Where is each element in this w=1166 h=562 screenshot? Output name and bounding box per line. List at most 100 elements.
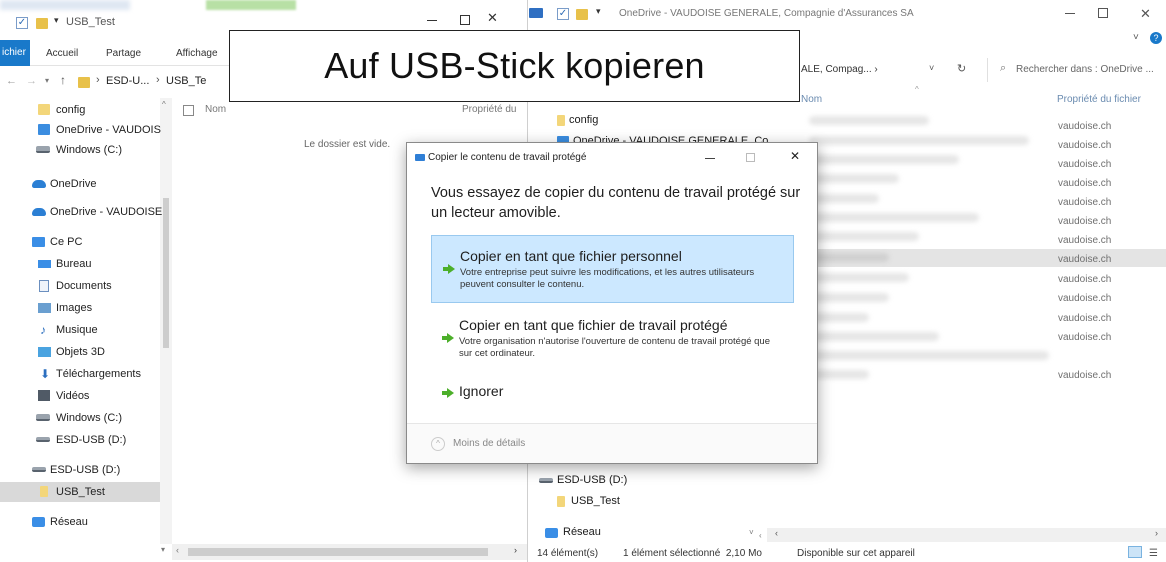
file-row[interactable] xyxy=(809,293,889,302)
dialog-title-bar: Copier le contenu de travail protégé ✕ xyxy=(407,143,817,173)
nav-label: ESD-USB (D:) xyxy=(557,474,628,486)
option-ignore[interactable]: Ignorer xyxy=(431,379,794,407)
property-value: vaudoise.ch xyxy=(1058,370,1112,381)
file-row[interactable] xyxy=(809,273,909,282)
videos-icon xyxy=(38,390,50,401)
recent-dropdown-icon[interactable]: ▾ xyxy=(45,76,49,85)
navigation-pane: ^ config OneDrive - VAUDOIS Windows (C:)… xyxy=(0,98,172,544)
file-row[interactable] xyxy=(809,232,919,241)
dropdown-icon[interactable]: ▾ xyxy=(596,6,601,17)
horizontal-scrollbar[interactable]: ‹ › xyxy=(172,544,527,560)
scroll-down-icon[interactable]: ▾ xyxy=(161,545,165,554)
ribbon-expand-icon[interactable]: ˅ xyxy=(1133,32,1139,43)
file-row[interactable] xyxy=(809,116,929,125)
column-header-name[interactable]: Nom xyxy=(205,104,226,115)
search-placeholder: Rechercher dans : OneDrive ... xyxy=(1016,64,1154,75)
breadcrumb-item[interactable]: ESD-U... xyxy=(106,75,149,87)
folder-icon xyxy=(557,496,565,507)
breadcrumb-item[interactable]: USB_Te xyxy=(166,75,206,87)
file-row[interactable] xyxy=(809,213,979,222)
large-icons-view-icon[interactable]: ☰ xyxy=(1149,548,1158,559)
minimize-icon[interactable] xyxy=(705,158,715,159)
column-header-property[interactable]: Propriété du fichier xyxy=(1057,94,1141,105)
nav-item-usb-test-selected[interactable]: USB_Test xyxy=(0,482,160,502)
nav-label: USB_Test xyxy=(56,486,105,498)
scroll-thumb[interactable] xyxy=(163,198,169,348)
file-row[interactable] xyxy=(809,253,889,262)
file-row[interactable] xyxy=(809,370,869,379)
property-value: vaudoise.ch xyxy=(1058,235,1112,246)
dropdown-icon[interactable]: ▾ xyxy=(54,15,59,26)
nav-label: config xyxy=(56,104,86,116)
property-value: vaudoise.ch xyxy=(1058,332,1112,343)
nav-label: Musique xyxy=(56,324,98,336)
horizontal-scrollbar[interactable]: ‹ › xyxy=(767,528,1166,542)
arrow-right-icon xyxy=(442,388,454,398)
file-row[interactable] xyxy=(809,136,1029,145)
nav-label: OneDrive - VAUDOISE xyxy=(50,206,163,218)
nav-label: OneDrive xyxy=(50,178,97,190)
nav-label: Bureau xyxy=(56,258,92,270)
back-icon[interactable]: ← xyxy=(6,75,17,87)
refresh-icon[interactable]: ↻ xyxy=(957,62,966,75)
up-icon[interactable]: ↑ xyxy=(60,73,66,87)
column-header-property[interactable]: Propriété du xyxy=(462,104,516,115)
nav-label: config xyxy=(569,114,599,126)
scroll-right-icon[interactable]: › xyxy=(514,545,517,555)
status-availability: Disponible sur cet appareil xyxy=(797,548,915,559)
tab-fichier[interactable]: ichier xyxy=(0,40,30,66)
scroll-up-icon[interactable]: ‹ xyxy=(759,531,762,540)
close-icon[interactable]: ✕ xyxy=(487,10,498,26)
nav-label: Windows (C:) xyxy=(56,412,123,424)
minimize-icon[interactable] xyxy=(1065,13,1075,14)
onedrive-folder-icon xyxy=(38,124,50,135)
scroll-thumb[interactable] xyxy=(188,548,488,556)
address-dropdown-icon[interactable]: ˅ xyxy=(929,63,934,73)
maximize-icon[interactable] xyxy=(1098,8,1108,18)
details-view-icon[interactable] xyxy=(1128,546,1142,558)
folder-icon xyxy=(576,9,588,20)
tab-partage[interactable]: Partage xyxy=(106,48,141,59)
file-row[interactable] xyxy=(809,332,939,341)
status-selection: 1 élément sélectionné 2,10 Mo xyxy=(623,548,762,559)
option-copy-personal[interactable]: Copier en tant que fichier personnel Vot… xyxy=(431,235,794,303)
file-row[interactable] xyxy=(809,155,959,164)
scroll-left-icon[interactable]: ‹ xyxy=(176,545,179,555)
file-row[interactable] xyxy=(809,194,879,203)
option-copy-protected[interactable]: Copier en tant que fichier de travail pr… xyxy=(431,309,794,373)
search-box[interactable]: ⌕ Rechercher dans : OneDrive ... xyxy=(987,58,1166,82)
file-row[interactable] xyxy=(809,351,1049,360)
nav-scrollbar[interactable]: ^ xyxy=(160,98,172,544)
nav-label: Documents xyxy=(56,280,112,292)
forward-icon[interactable]: → xyxy=(26,75,37,87)
select-all-checkbox[interactable] xyxy=(183,105,194,116)
scroll-down-icon[interactable]: ˅ xyxy=(749,528,754,537)
breadcrumb[interactable]: ALE, Compag... › xyxy=(801,64,878,75)
option-title: Copier en tant que fichier de travail pr… xyxy=(459,317,728,333)
column-header-name[interactable]: Nom xyxy=(801,94,822,105)
help-icon[interactable]: ? xyxy=(1150,32,1162,44)
close-icon[interactable]: ✕ xyxy=(790,149,800,163)
maximize-icon[interactable] xyxy=(460,15,470,25)
less-details-link[interactable]: Moins de détails xyxy=(453,438,525,449)
tab-affichage[interactable]: Affichage xyxy=(176,48,218,59)
close-icon[interactable]: ✕ xyxy=(1140,6,1151,22)
usb-drive-icon xyxy=(36,437,50,442)
network-icon xyxy=(32,517,45,527)
nav-label: Réseau xyxy=(50,516,88,528)
file-row[interactable] xyxy=(809,174,899,183)
dialog-heading: Vous essayez de copier du contenu de tra… xyxy=(431,185,801,221)
file-row[interactable] xyxy=(809,313,869,322)
scroll-right-icon[interactable]: › xyxy=(1155,528,1158,538)
tab-accueil[interactable]: Accueil xyxy=(46,48,78,59)
collapse-details-icon[interactable]: ^ xyxy=(431,437,445,451)
status-item-count: 14 élément(s) xyxy=(537,548,599,559)
folder-icon xyxy=(557,115,565,126)
minimize-icon[interactable] xyxy=(427,20,437,21)
folder-icon xyxy=(36,18,48,29)
scroll-up-icon[interactable]: ^ xyxy=(162,100,166,109)
maximize-icon[interactable] xyxy=(746,153,755,162)
usb-drive-icon xyxy=(539,478,553,483)
nav-label: OneDrive - VAUDOIS xyxy=(56,124,161,136)
scroll-left-icon[interactable]: ‹ xyxy=(775,528,778,538)
